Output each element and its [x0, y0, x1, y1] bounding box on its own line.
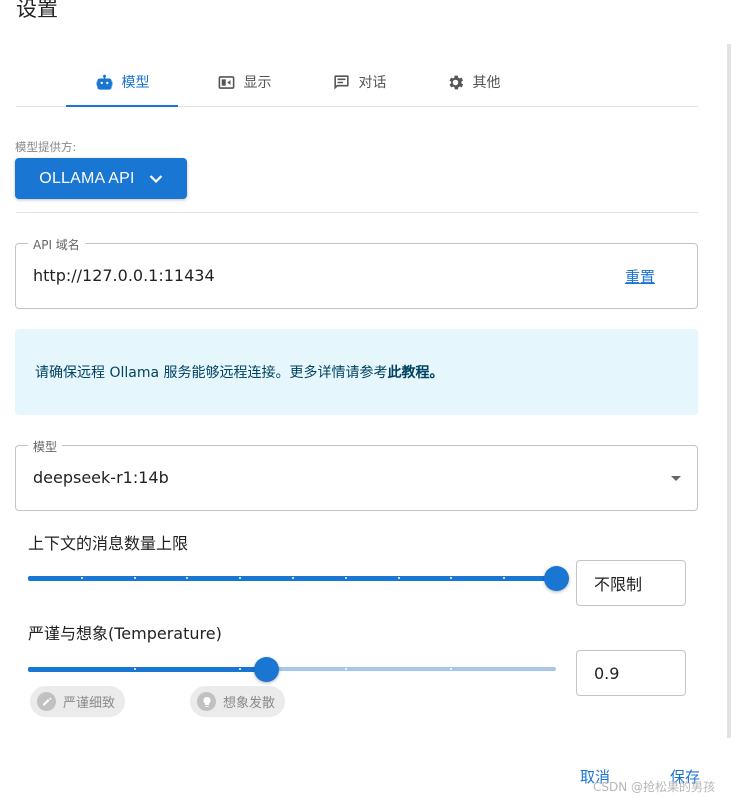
edit-note-icon	[37, 692, 56, 711]
context-limit-input[interactable]	[576, 560, 686, 606]
tab-other[interactable]: 其他	[418, 58, 528, 106]
temperature-title: 严谨与想象(Temperature)	[28, 624, 222, 643]
api-host-field[interactable]: API 域名 http://127.0.0.1:11434 重置	[15, 236, 698, 309]
tutorial-link[interactable]: 此教程	[388, 365, 430, 381]
temperature-slider[interactable]	[28, 657, 556, 682]
settings-tabs: 模型 显示 对话 其他	[16, 58, 698, 107]
chevron-down-icon	[149, 174, 162, 183]
creative-chip-label: 想象发散	[223, 696, 276, 711]
slider-mark	[80, 577, 83, 579]
creative-chip[interactable]: 想象发散	[190, 686, 286, 717]
slider-mark	[133, 668, 136, 670]
gear-icon	[448, 75, 463, 89]
tab-chat-label: 对话	[358, 75, 387, 91]
slider-mark	[397, 577, 400, 579]
divider	[16, 212, 698, 213]
info-message: 请确保远程 Ollama 服务能够远程连接。更多详情请参考	[35, 365, 388, 381]
scrollbar[interactable]	[727, 44, 731, 738]
slider-fill	[28, 667, 266, 672]
context-limit-title: 上下文的消息数量上限	[28, 534, 189, 553]
slider-mark	[292, 577, 294, 579]
slider-thumb[interactable]	[253, 657, 279, 682]
slider-thumb[interactable]	[544, 566, 569, 591]
context-limit-slider[interactable]	[28, 566, 569, 591]
temperature-input[interactable]	[576, 650, 686, 696]
lightbulb-icon	[197, 692, 216, 711]
dropdown-arrow-icon[interactable]	[671, 476, 681, 481]
tab-chat[interactable]: 对话	[304, 58, 414, 106]
slider-mark	[344, 577, 347, 579]
info-suffix: 。	[429, 365, 444, 381]
tab-model[interactable]: 模型	[66, 58, 178, 107]
model-value: deepseek-r1:14b	[33, 468, 169, 487]
provider-value: OLLAMA API	[39, 169, 135, 187]
display-icon	[218, 75, 234, 89]
strict-chip[interactable]: 严谨细致	[30, 686, 126, 717]
dialog-title: 设置	[16, 0, 58, 21]
slider-mark	[133, 577, 136, 579]
tab-display-label: 显示	[243, 75, 272, 91]
chat-icon	[333, 74, 349, 90]
reset-link[interactable]: 重置	[625, 266, 655, 287]
tab-display[interactable]: 显示	[194, 58, 294, 106]
provider-label: 模型提供方:	[15, 140, 77, 154]
info-text: 请确保远程 Ollama 服务能够远程连接。更多详情请参考此教程。	[35, 362, 444, 382]
model-legend: 模型	[28, 438, 63, 455]
api-host-legend: API 域名	[28, 236, 85, 253]
watermark: CSDN @抢松果的男孩	[593, 780, 716, 794]
tab-other-label: 其他	[472, 75, 501, 91]
model-select[interactable]: 模型 deepseek-r1:14b	[15, 438, 698, 511]
api-host-input[interactable]: http://127.0.0.1:11434	[33, 266, 215, 285]
info-alert: 请确保远程 Ollama 服务能够远程连接。更多详情请参考此教程。	[15, 329, 698, 415]
tab-model-label: 模型	[121, 75, 150, 91]
strict-chip-label: 严谨细致	[63, 696, 116, 711]
provider-select-button[interactable]: OLLAMA API	[15, 158, 187, 199]
robot-icon	[96, 74, 112, 90]
slider-mark	[344, 668, 347, 670]
